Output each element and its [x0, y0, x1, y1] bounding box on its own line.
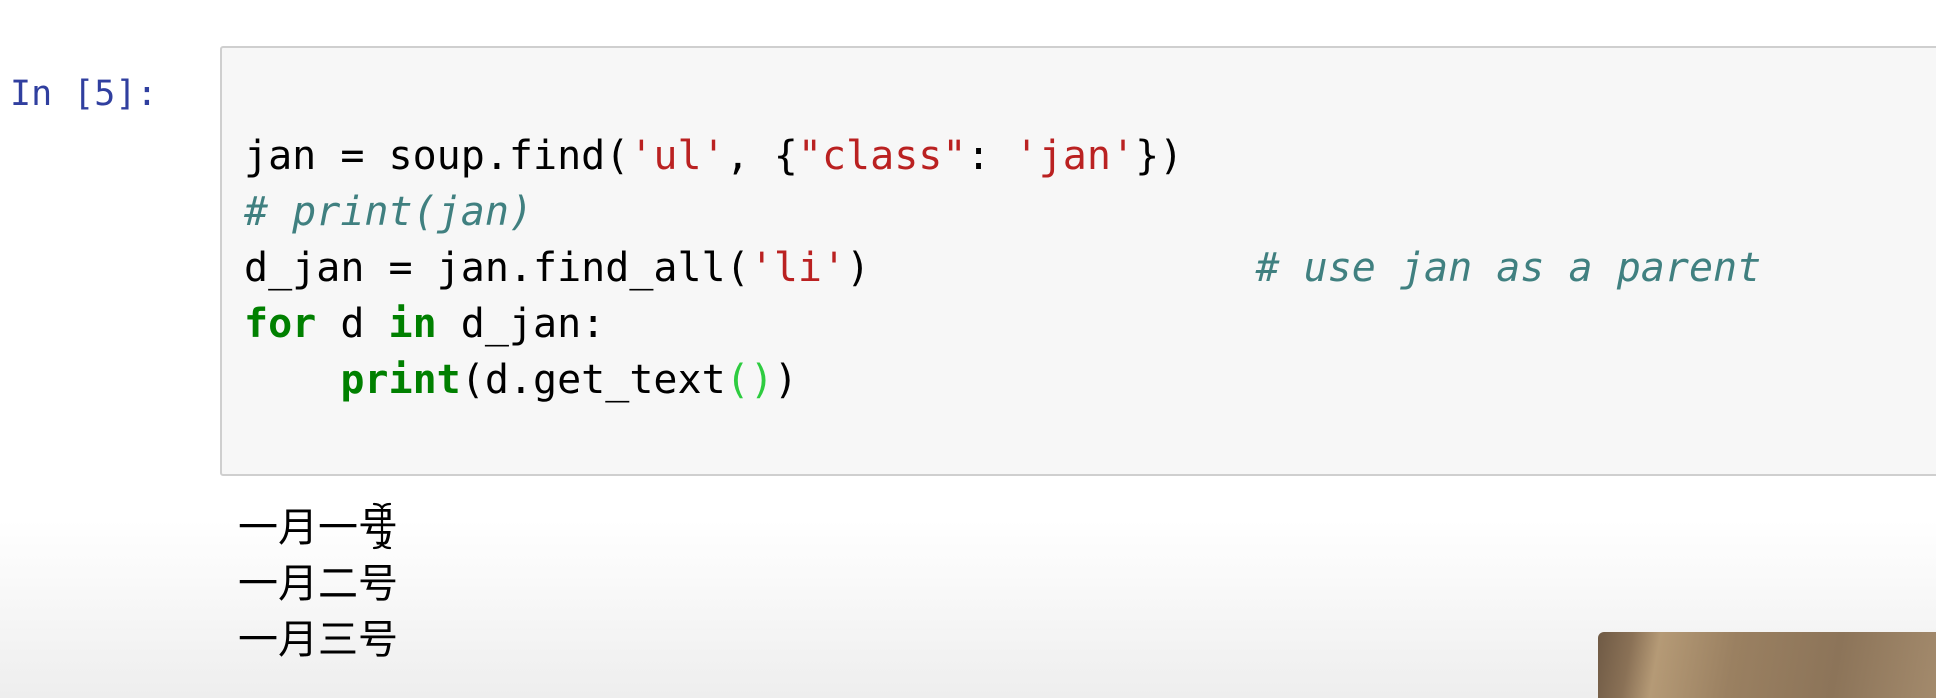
code-text: ) — [773, 357, 798, 403]
matched-parens: () — [725, 357, 774, 403]
text-cursor-icon — [372, 502, 392, 550]
output-line: 一月二号 — [238, 561, 398, 607]
code-line: jan = soup.find('ul', {"class": 'jan'}) — [244, 128, 1761, 184]
string-literal: "class" — [797, 133, 967, 179]
keyword: print — [340, 357, 461, 403]
code-text: d — [316, 301, 389, 347]
code-text: jan = soup.find( — [244, 133, 630, 179]
code-text: }) — [1135, 133, 1184, 179]
input-prompt: In [5]: — [10, 74, 158, 114]
code-text: d_jan = jan.find_all( — [244, 245, 750, 291]
code-text: ) — [846, 245, 1256, 291]
string-literal: 'jan' — [1014, 133, 1136, 179]
keyword: for — [244, 301, 317, 347]
string-literal: 'li' — [749, 245, 847, 291]
code-line: d_jan = jan.find_all('li') # use jan as … — [244, 240, 1761, 296]
code-cell-input[interactable]: jan = soup.find('ul', {"class": 'jan'}) #… — [220, 46, 1936, 476]
code-text: d_jan: — [436, 301, 606, 347]
output-line: 一月三号 — [238, 617, 398, 663]
string-literal: 'ul' — [629, 133, 726, 179]
code-line: for d in d_jan: — [244, 296, 1761, 352]
code-editor[interactable]: jan = soup.find('ul', {"class": 'jan'}) #… — [244, 128, 1761, 408]
code-text: : — [966, 133, 1015, 179]
code-line: # print(jan) — [244, 184, 1761, 240]
code-text: , { — [725, 133, 798, 179]
keyword: in — [388, 301, 437, 347]
code-text: (d.get_text — [460, 357, 726, 403]
code-comment: # use jan as a parent — [1255, 245, 1762, 291]
code-comment: # print(jan) — [244, 189, 533, 235]
code-line: print(d.get_text()) — [244, 352, 1761, 408]
webcam-overlay — [1598, 632, 1936, 698]
